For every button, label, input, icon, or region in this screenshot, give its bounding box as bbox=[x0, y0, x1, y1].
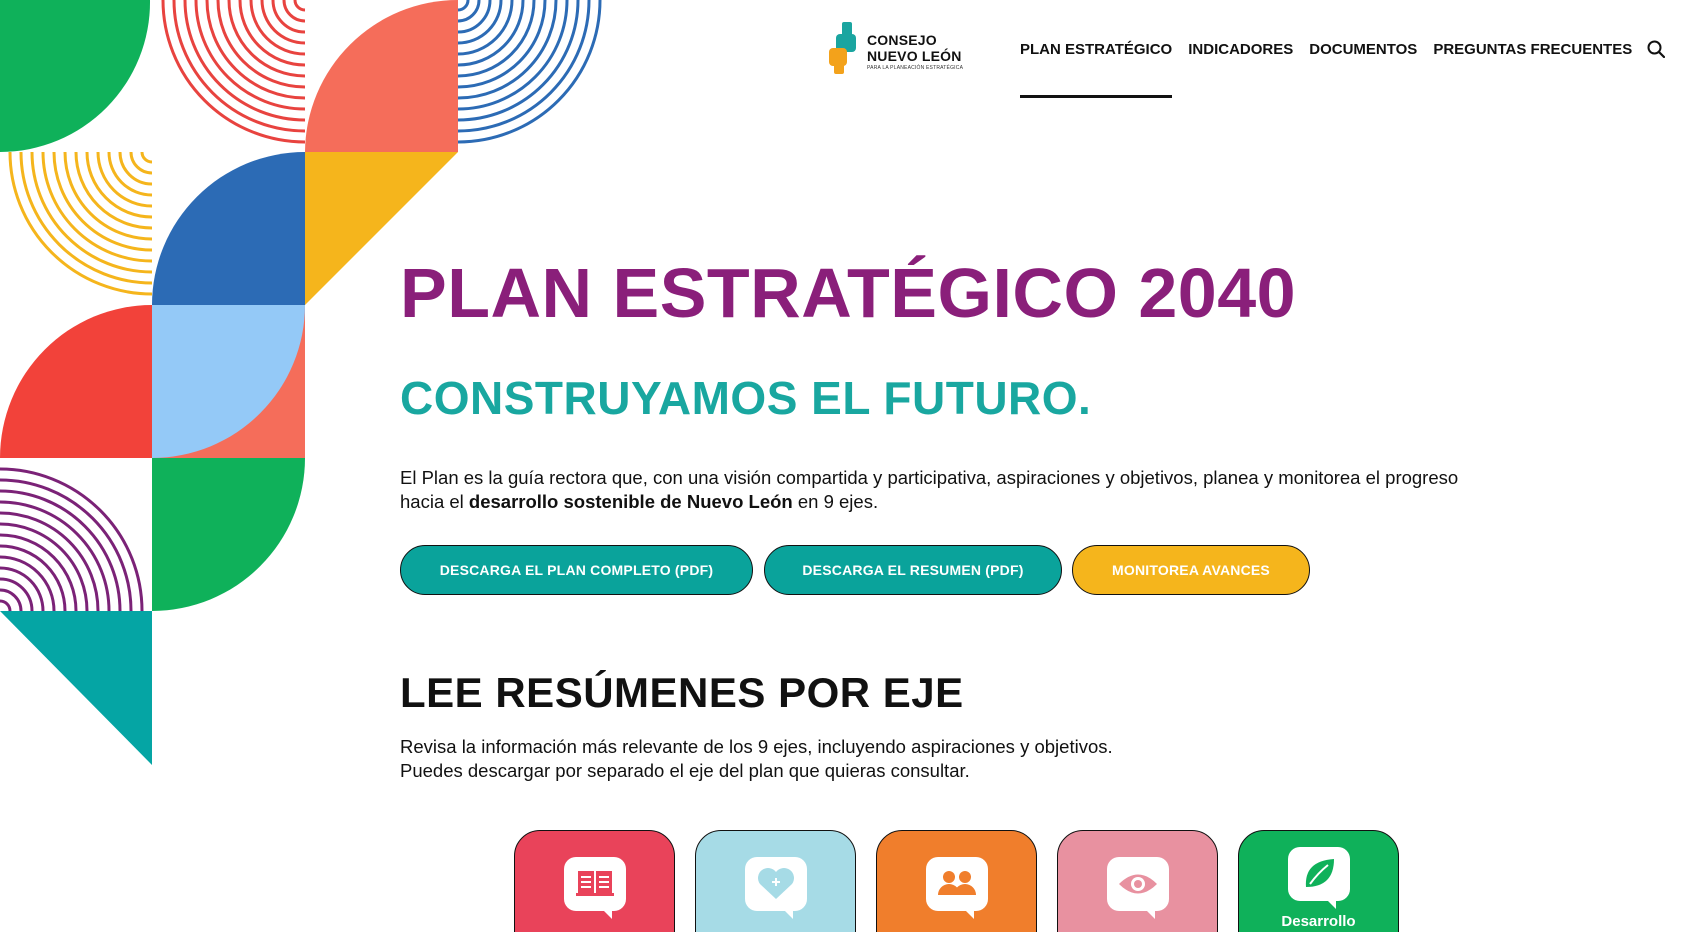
main-nav: PLAN ESTRATÉGICO INDICADORES DOCUMENTOS … bbox=[1020, 40, 1666, 98]
axis-card-3[interactable] bbox=[876, 830, 1037, 932]
hero-description: El Plan es la guía rectora que, con una … bbox=[400, 466, 1500, 514]
eye-icon bbox=[1107, 857, 1169, 919]
hero-desc-bold: desarrollo sostenible de Nuevo León bbox=[468, 491, 793, 512]
download-plan-button[interactable]: DESCARGA EL PLAN COMPLETO (PDF) bbox=[400, 545, 753, 595]
logo-text: CONSEJO NUEVO LEÓN PARA LA PLANEACIÓN ES… bbox=[867, 33, 963, 71]
logo-tagline: PARA LA PLANEACIÓN ESTRATÉGICA bbox=[867, 65, 964, 71]
heart-icon bbox=[745, 857, 807, 919]
logo-mark-icon bbox=[829, 18, 863, 74]
section-description: Revisa la información más relevante de l… bbox=[400, 735, 1113, 783]
section-title: LEE RESÚMENES POR EJE bbox=[400, 669, 964, 716]
logo-line-1: CONSEJO bbox=[867, 32, 937, 48]
axis-card-1[interactable] bbox=[514, 830, 675, 932]
axis-card-4[interactable] bbox=[1057, 830, 1218, 932]
download-summary-button[interactable]: DESCARGA EL RESUMEN (PDF) bbox=[764, 545, 1062, 595]
axis-card-5-label: Desarrollo bbox=[1281, 913, 1356, 930]
section-desc-line-1: Revisa la información más relevante de l… bbox=[400, 736, 1113, 757]
page-title: PLAN ESTRATÉGICO 2040 bbox=[400, 254, 1297, 332]
nav-documentos[interactable]: DOCUMENTOS bbox=[1309, 41, 1417, 58]
search-icon[interactable] bbox=[1647, 40, 1666, 59]
monitor-progress-button[interactable]: MONITOREA AVANCES bbox=[1072, 545, 1310, 595]
axis-card-5[interactable]: Desarrollo bbox=[1238, 830, 1399, 932]
logo-line-2: NUEVO LEÓN bbox=[867, 48, 962, 64]
nav-plan-estrategico[interactable]: PLAN ESTRATÉGICO bbox=[1020, 41, 1173, 98]
page-subtitle: CONSTRUYAMOS EL FUTURO. bbox=[400, 372, 1092, 424]
nav-preguntas-frecuentes[interactable]: PREGUNTAS FRECUENTES bbox=[1433, 41, 1632, 58]
consejo-nuevo-leon-logo[interactable]: CONSEJO NUEVO LEÓN PARA LA PLANEACIÓN ES… bbox=[829, 18, 969, 74]
axis-card-2[interactable] bbox=[695, 830, 856, 932]
section-desc-line-2: Puedes descargar por separado el eje del… bbox=[400, 760, 970, 781]
leaf-icon bbox=[1288, 847, 1350, 909]
hero-desc-text-2: en 9 ejes. bbox=[792, 491, 879, 512]
people-icon bbox=[926, 857, 988, 919]
nav-indicadores[interactable]: INDICADORES bbox=[1188, 41, 1293, 58]
book-icon bbox=[564, 857, 626, 919]
